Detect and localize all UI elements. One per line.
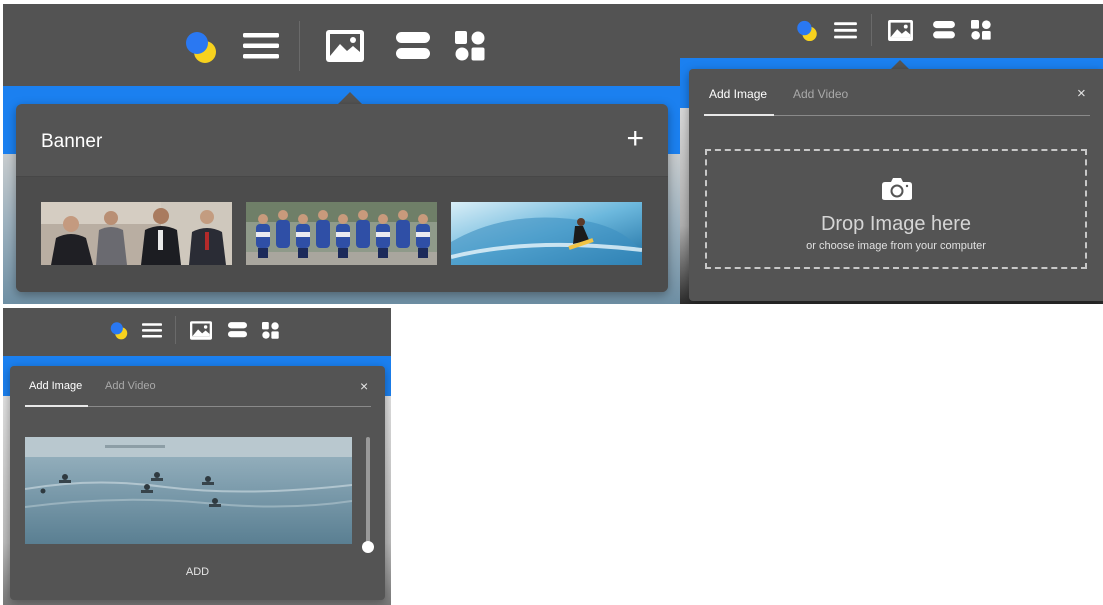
banner-thumbnails-area — [16, 177, 668, 292]
camera-icon — [882, 178, 912, 200]
toolbar-divider — [299, 21, 300, 71]
banner-dialog: Banner + — [16, 104, 668, 292]
selected-image-preview[interactable] — [25, 437, 352, 544]
main-toolbar — [108, 316, 279, 344]
menu-icon[interactable] — [834, 21, 857, 40]
upload-dialog: Add Image Add Video × Drop Image here or… — [689, 69, 1103, 301]
preview-dialog: Add Image Add Video × ADD — [10, 366, 385, 600]
thumbnail-cycling-team[interactable] — [246, 202, 437, 265]
preview-screenshot-panel: Add Image Add Video × ADD — [3, 308, 391, 605]
image-icon[interactable] — [190, 320, 212, 340]
sections-icon[interactable] — [933, 21, 955, 39]
logo-icon[interactable] — [794, 17, 820, 43]
tab-add-image[interactable]: Add Image — [709, 87, 767, 101]
vertical-scrollbar[interactable] — [362, 437, 374, 553]
menu-icon[interactable] — [142, 322, 162, 339]
tab-add-video[interactable]: Add Video — [793, 87, 848, 101]
image-icon[interactable] — [326, 30, 364, 62]
widgets-icon[interactable] — [971, 20, 991, 40]
drop-subtitle: or choose image from your computer — [806, 240, 986, 252]
add-banner-button[interactable]: + — [626, 124, 644, 154]
main-toolbar — [794, 14, 991, 46]
widgets-icon[interactable] — [262, 321, 279, 339]
toolbar-divider — [175, 316, 176, 344]
widgets-icon[interactable] — [455, 31, 485, 61]
tab-add-image[interactable]: Add Image — [29, 380, 82, 392]
active-tab-indicator — [25, 405, 88, 407]
thumbnail-people-meeting[interactable] — [41, 202, 232, 265]
thumbnail-surfer-wave[interactable] — [451, 202, 642, 265]
close-button[interactable]: × — [360, 379, 368, 393]
logo-icon[interactable] — [108, 319, 130, 341]
toolbar-divider — [871, 14, 872, 46]
main-toolbar — [181, 21, 485, 71]
sections-icon[interactable] — [228, 322, 247, 338]
dialog-pointer — [338, 92, 362, 104]
tab-add-video[interactable]: Add Video — [105, 380, 156, 392]
sections-icon[interactable] — [396, 32, 430, 60]
banner-screenshot-panel: Banner + — [3, 4, 680, 304]
add-button[interactable]: ADD — [10, 566, 385, 578]
upload-screenshot-panel: Add Image Add Video × Drop Image here or… — [680, 4, 1103, 304]
close-button[interactable]: × — [1077, 86, 1086, 101]
banner-title: Banner — [41, 131, 103, 152]
banner-header: Banner + — [16, 104, 668, 177]
active-tab-indicator — [704, 114, 774, 116]
menu-icon[interactable] — [243, 31, 279, 61]
logo-icon[interactable] — [181, 26, 221, 66]
image-drop-zone[interactable]: Drop Image here or choose image from you… — [705, 149, 1087, 269]
image-icon[interactable] — [888, 19, 913, 41]
drop-title: Drop Image here — [820, 213, 972, 235]
dialog-pointer — [891, 60, 909, 69]
scrollbar-thumb[interactable] — [362, 541, 374, 553]
